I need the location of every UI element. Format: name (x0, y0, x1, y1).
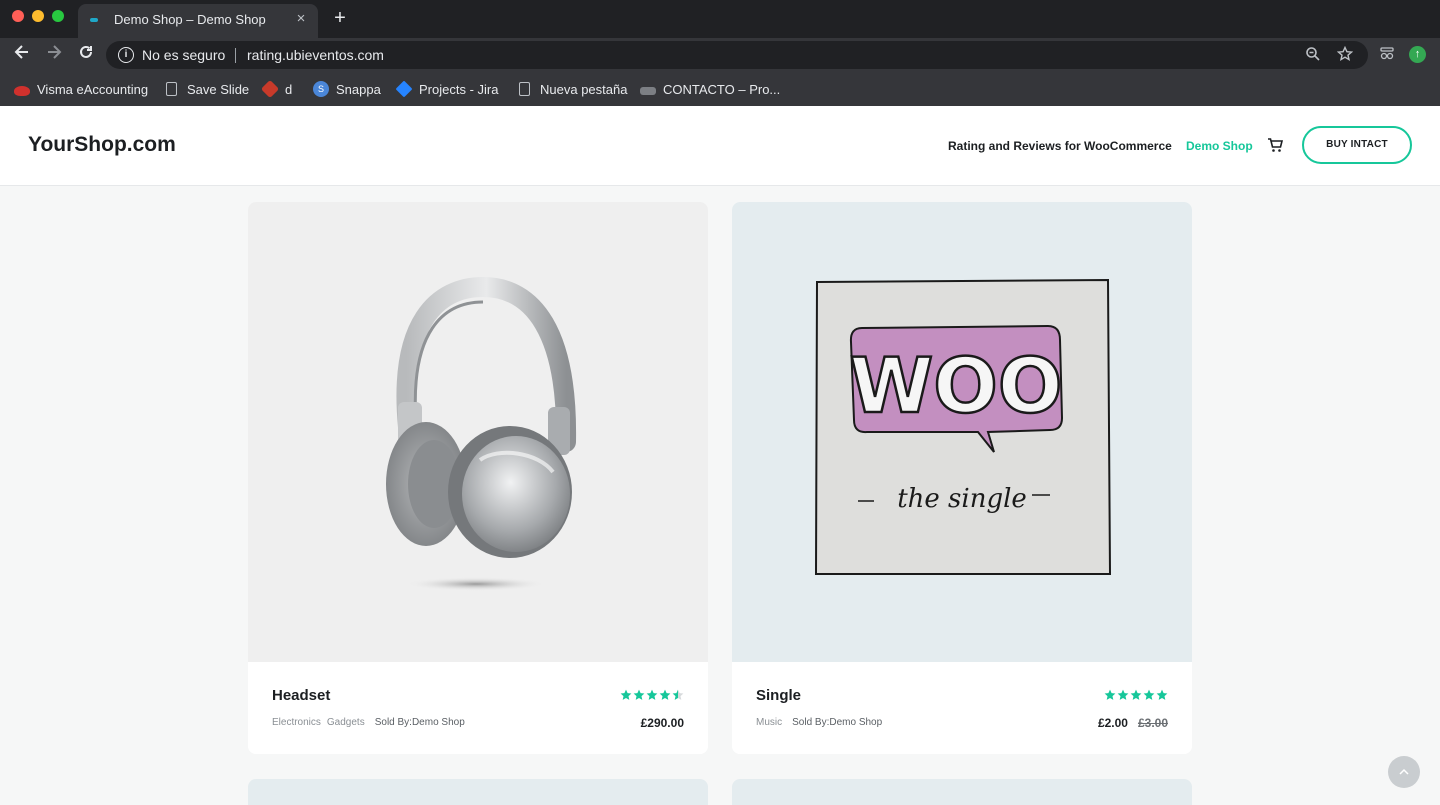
product-image-headset[interactable] (248, 202, 708, 662)
product-meta: Electronics Gadgets Sold By:Demo Shop (272, 717, 465, 728)
browser-tab[interactable]: Demo Shop – Demo Shop × (78, 4, 318, 38)
bookmark-label: Save Slide (187, 81, 250, 97)
current-price: £290.00 (640, 716, 684, 730)
category-link-electronics[interactable]: Electronics (272, 717, 321, 728)
d-icon (260, 79, 280, 99)
product-image-single[interactable]: WOO the single (732, 202, 1192, 662)
star-icon (1104, 689, 1116, 700)
site-header: YourShop.com Rating and Reviews for WooC… (0, 106, 1440, 186)
close-window-button[interactable] (12, 10, 24, 22)
headphones-image (386, 276, 577, 591)
star-rating (620, 689, 684, 701)
cart-icon[interactable] (1266, 136, 1284, 154)
bookmark-jira[interactable]: Projects - Jira (395, 79, 499, 99)
product-info-headset: Headset Electronics Gadgets Sold By:Demo… (248, 662, 708, 754)
current-price: £2.00 (1097, 716, 1128, 730)
visma-icon (14, 85, 30, 96)
snappa-icon: S (313, 81, 329, 97)
category-link-music[interactable]: Music (756, 717, 782, 728)
address-separator (235, 48, 236, 63)
contacto-icon (640, 87, 656, 95)
scroll-to-top-button[interactable] (1388, 756, 1420, 788)
bookmark-save-slide[interactable]: Save Slide (164, 79, 249, 99)
bookmark-star-icon[interactable] (1336, 45, 1354, 64)
nav-link-demo-shop[interactable]: Demo Shop (1186, 139, 1253, 153)
bookmark-label: Projects - Jira (419, 81, 499, 97)
zoom-icon[interactable] (1304, 46, 1322, 64)
site-logo[interactable]: YourShop.com (28, 133, 176, 157)
woo-single-artwork: WOO the single (814, 278, 1112, 575)
star-icon (659, 689, 671, 700)
star-icon (1117, 689, 1129, 700)
star-icon (672, 689, 684, 700)
bookmark-snappa[interactable]: S Snappa (313, 79, 381, 99)
jira-icon (395, 80, 413, 98)
forward-arrow-icon[interactable] (42, 43, 66, 67)
tab-favicon-icon (90, 18, 98, 22)
bookmark-nueva-pestana[interactable]: Nueva pestaña (517, 79, 627, 99)
category-link-gadgets[interactable]: Gadgets (327, 717, 365, 728)
address-bar[interactable]: i No es seguro rating.ubieventos.com (106, 41, 1368, 69)
title-bar: Demo Shop – Demo Shop × + (0, 0, 1440, 38)
update-icon[interactable]: ↑ (1409, 46, 1426, 63)
info-icon[interactable]: i (118, 47, 134, 63)
browser-chrome: Demo Shop – Demo Shop × + i No es seguro… (0, 0, 1440, 106)
star-icon (633, 689, 645, 700)
star-icon (1143, 689, 1155, 700)
security-label: No es seguro (142, 47, 226, 63)
bookmark-contacto[interactable]: CONTACTO – Pro... (640, 79, 780, 99)
bookmark-label: Visma eAccounting (37, 81, 149, 97)
product-price: £290.00 (641, 716, 684, 730)
woo-caption-text: the single (897, 484, 1027, 514)
back-arrow-icon[interactable] (10, 43, 34, 67)
browser-toolbar: i No es seguro rating.ubieventos.com ↑ (0, 38, 1440, 72)
star-rating (1104, 689, 1168, 701)
url-text[interactable]: rating.ubieventos.com (247, 47, 384, 63)
maximize-window-button[interactable] (52, 10, 64, 22)
document-icon (519, 82, 530, 96)
bookmark-visma[interactable]: Visma eAccounting (14, 79, 148, 99)
star-icon (646, 689, 658, 700)
bookmark-label: Nueva pestaña (540, 81, 628, 97)
product-card-headset[interactable]: Headset Electronics Gadgets Sold By:Demo… (248, 202, 708, 754)
new-tab-button[interactable]: + (330, 8, 350, 28)
star-icon (1156, 689, 1168, 700)
bookmark-d[interactable]: d (260, 79, 293, 99)
tab-title: Demo Shop – Demo Shop (114, 12, 266, 27)
bookmark-label: CONTACTO – Pro... (663, 81, 781, 97)
product-card-single[interactable]: WOO the single Single Music Sold By:Demo… (732, 202, 1192, 754)
sold-by-link[interactable]: Sold By:Demo Shop (375, 717, 465, 728)
reload-icon[interactable] (74, 43, 98, 67)
minimize-window-button[interactable] (32, 10, 44, 22)
sold-by-link[interactable]: Sold By:Demo Shop (792, 717, 882, 728)
product-meta: Music Sold By:Demo Shop (756, 717, 882, 728)
document-icon (166, 82, 177, 96)
chevron-up-icon (1399, 768, 1409, 775)
product-card-partial[interactable] (732, 779, 1192, 805)
tab-close-icon[interactable]: × (292, 10, 310, 28)
extension-icon[interactable] (1378, 45, 1396, 63)
bookmarks-bar: Visma eAccounting Save Slide d S Snappa … (0, 72, 1440, 106)
bookmark-label: Snappa (336, 81, 381, 97)
product-name[interactable]: Headset (272, 687, 330, 704)
nav-link-rating-reviews[interactable]: Rating and Reviews for WooCommerce (948, 139, 1172, 153)
buy-intact-button[interactable]: BUY INTACT (1302, 126, 1412, 164)
product-name[interactable]: Single (756, 687, 801, 704)
star-icon (620, 689, 632, 700)
woo-brand-text: WOO (849, 341, 1062, 430)
product-price: £2.00 £3.00 (1098, 716, 1168, 730)
old-price: £3.00 (1137, 716, 1168, 730)
product-card-partial[interactable] (248, 779, 708, 805)
bookmark-label: d (285, 81, 293, 97)
star-icon (1130, 689, 1142, 700)
product-info-single: Single Music Sold By:Demo Shop £2.00 £3.… (732, 662, 1192, 754)
